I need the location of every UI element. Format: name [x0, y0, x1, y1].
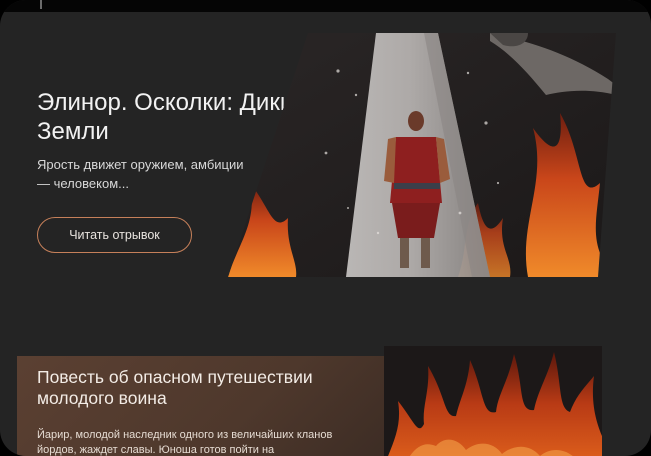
- page: Элинор. Осколки: Дикие Земли Ярость движ…: [0, 0, 651, 456]
- hero-illustration: [228, 33, 616, 277]
- divider: [40, 0, 42, 9]
- top-bar: [0, 0, 651, 12]
- story-text: Йарир, молодой наследник одного из велич…: [37, 429, 333, 456]
- read-excerpt-button[interactable]: Читать отрывок: [37, 217, 192, 253]
- hero-subtitle: Ярость движет оружием, амбиции — человек…: [37, 157, 244, 191]
- fire-illustration: [384, 346, 602, 456]
- story-card: Повесть об опасном путешествии молодого …: [17, 356, 384, 456]
- story-title: Повесть об опасном путешествии молодого …: [37, 367, 313, 408]
